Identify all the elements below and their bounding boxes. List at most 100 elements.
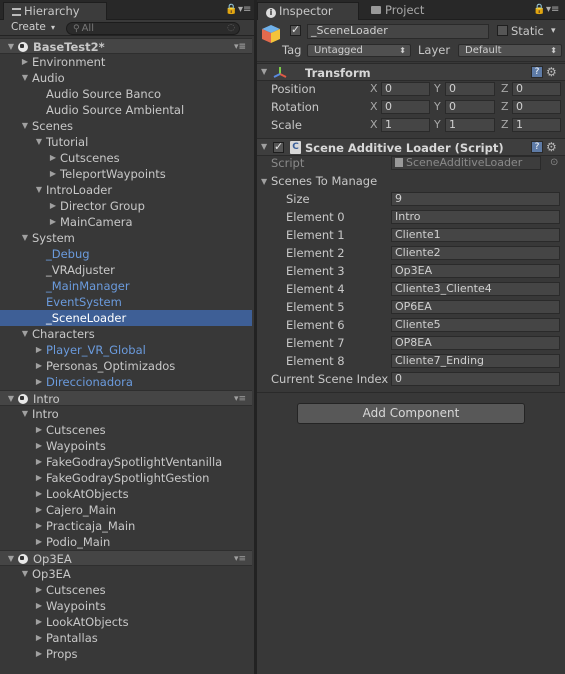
- add-component-button[interactable]: Add Component: [297, 403, 525, 424]
- tab-project[interactable]: Project: [363, 2, 459, 20]
- hierarchy-item[interactable]: _SceneLoader: [0, 310, 252, 326]
- tab-inspector[interactable]: i Inspector: [257, 2, 359, 20]
- expand-arrow-right-icon[interactable]: ▶: [48, 150, 58, 166]
- layer-dropdown[interactable]: Default ⬍: [458, 44, 562, 57]
- hierarchy-item[interactable]: ▶ Cutscenes: [0, 422, 252, 438]
- script-component-header[interactable]: ▼ C Scene Additive Loader (Script) ? ⚙: [257, 138, 565, 156]
- hierarchy-item[interactable]: ▶ Environment: [0, 54, 252, 70]
- transform-rotation-z-field[interactable]: 0: [512, 100, 561, 114]
- axis-x-label[interactable]: X: [370, 82, 378, 96]
- element-value-field[interactable]: OP8EA: [391, 336, 560, 350]
- panel-menu-icon[interactable]: ▾≡: [546, 4, 559, 16]
- expand-arrow-right-icon[interactable]: ▶: [34, 582, 44, 598]
- expand-arrow-down-icon[interactable]: ▼: [20, 118, 30, 134]
- hierarchy-item[interactable]: ▶ Cutscenes: [0, 582, 252, 598]
- hierarchy-item[interactable]: EventSystem: [0, 294, 252, 310]
- search-input[interactable]: ⚲ All ◌: [66, 22, 240, 35]
- hierarchy-item[interactable]: ▶ Podio_Main: [0, 534, 252, 550]
- hierarchy-item[interactable]: ▶ FakeGodraySpotlightVentanilla: [0, 454, 252, 470]
- axis-x-label[interactable]: X: [370, 118, 378, 132]
- expand-arrow-down-icon[interactable]: ▼: [6, 39, 16, 55]
- element-value-field[interactable]: Cliente3_Cliente4: [391, 282, 560, 296]
- expand-arrow-down-icon[interactable]: ▼: [20, 230, 30, 246]
- element-value-field[interactable]: OP6EA: [391, 300, 560, 314]
- lock-icon[interactable]: 🔒: [533, 4, 545, 16]
- hierarchy-item[interactable]: ▶ Waypoints: [0, 598, 252, 614]
- lock-icon[interactable]: 🔒: [225, 4, 237, 16]
- expand-arrow-right-icon[interactable]: ▶: [34, 358, 44, 374]
- active-checkbox[interactable]: [290, 23, 301, 36]
- expand-arrow-right-icon[interactable]: ▶: [48, 198, 58, 214]
- static-checkbox[interactable]: [497, 25, 508, 36]
- hierarchy-item[interactable]: ▶ Pantallas: [0, 630, 252, 646]
- static-dropdown-icon[interactable]: ▾: [551, 24, 556, 38]
- expand-arrow-right-icon[interactable]: ▶: [34, 438, 44, 454]
- tag-dropdown[interactable]: Untagged ⬍: [307, 44, 411, 57]
- hierarchy-item[interactable]: ▶ Director Group: [0, 198, 252, 214]
- transform-scale-z-field[interactable]: 1: [512, 118, 561, 132]
- axis-y-label[interactable]: Y: [434, 118, 441, 132]
- hierarchy-item[interactable]: ▼ Tutorial: [0, 134, 252, 150]
- hierarchy-item[interactable]: ▶ LookAtObjects: [0, 614, 252, 630]
- size-field[interactable]: 9: [391, 192, 560, 206]
- help-icon[interactable]: ?: [531, 66, 543, 78]
- axis-z-label[interactable]: Z: [501, 82, 509, 96]
- scene-menu-icon[interactable]: ▾≡: [234, 551, 246, 567]
- axis-y-label[interactable]: Y: [434, 100, 441, 114]
- expand-arrow-right-icon[interactable]: ▶: [34, 374, 44, 390]
- expand-arrow-down-icon[interactable]: ▼: [20, 326, 30, 342]
- expand-arrow-right-icon[interactable]: ▶: [34, 646, 44, 662]
- expand-arrow-right-icon[interactable]: ▶: [34, 518, 44, 534]
- expand-arrow-right-icon[interactable]: ▶: [34, 422, 44, 438]
- current-scene-index-field[interactable]: 0: [391, 372, 560, 386]
- hierarchy-item[interactable]: ▶ Cutscenes: [0, 150, 252, 166]
- hierarchy-item[interactable]: ▶ Practicaja_Main: [0, 518, 252, 534]
- expand-arrow-down-icon[interactable]: ▼: [34, 182, 44, 198]
- expand-arrow-down-icon[interactable]: ▼: [6, 391, 16, 407]
- hierarchy-item[interactable]: Audio Source Ambiental: [0, 102, 252, 118]
- expand-arrow-right-icon[interactable]: ▶: [34, 470, 44, 486]
- hierarchy-item[interactable]: _VRAdjuster: [0, 262, 252, 278]
- expand-arrow-right-icon[interactable]: ▶: [34, 598, 44, 614]
- expand-arrow-right-icon[interactable]: ▶: [20, 54, 30, 70]
- hierarchy-item[interactable]: ▶ LookAtObjects: [0, 486, 252, 502]
- expand-arrow-right-icon[interactable]: ▶: [34, 486, 44, 502]
- scene-menu-icon[interactable]: ▾≡: [234, 391, 246, 407]
- expand-arrow-down-icon[interactable]: ▼: [6, 551, 16, 567]
- expand-arrow-down-icon[interactable]: ▼: [20, 406, 30, 422]
- expand-arrow-right-icon[interactable]: ▶: [48, 166, 58, 182]
- scene-row[interactable]: ▼ ▾≡ Op3EA: [0, 550, 252, 566]
- hierarchy-item[interactable]: ▶ TeleportWaypoints: [0, 166, 252, 182]
- transform-scale-y-field[interactable]: 1: [445, 118, 495, 132]
- expand-arrow-right-icon[interactable]: ▶: [48, 214, 58, 230]
- component-enabled-checkbox[interactable]: [273, 140, 284, 153]
- gear-icon[interactable]: ⚙: [546, 140, 557, 154]
- hierarchy-item[interactable]: _Debug: [0, 246, 252, 262]
- clear-search-icon[interactable]: ◌: [227, 23, 235, 34]
- element-value-field[interactable]: Cliente5: [391, 318, 560, 332]
- scene-menu-icon[interactable]: ▾≡: [234, 39, 246, 55]
- transform-scale-x-field[interactable]: 1: [381, 118, 430, 132]
- expand-arrow-right-icon[interactable]: ▶: [34, 454, 44, 470]
- panel-menu-icon[interactable]: ▾≡: [238, 4, 251, 16]
- element-value-field[interactable]: Cliente7_Ending: [391, 354, 560, 368]
- hierarchy-item[interactable]: ▼ System: [0, 230, 252, 246]
- hierarchy-item[interactable]: ▼ IntroLoader: [0, 182, 252, 198]
- element-value-field[interactable]: Op3EA: [391, 264, 560, 278]
- fold-arrow-icon[interactable]: ▼: [261, 67, 267, 76]
- expand-arrow-down-icon[interactable]: ▼: [34, 134, 44, 150]
- object-picker-icon[interactable]: ⊙: [550, 156, 558, 170]
- transform-position-y-field[interactable]: 0: [445, 82, 495, 96]
- transform-rotation-y-field[interactable]: 0: [445, 100, 495, 114]
- object-name-field[interactable]: _SceneLoader: [307, 24, 489, 39]
- expand-arrow-right-icon[interactable]: ▶: [34, 342, 44, 358]
- fold-arrow-icon[interactable]: ▼: [261, 177, 267, 186]
- hierarchy-item[interactable]: ▼ Scenes: [0, 118, 252, 134]
- script-reference-field[interactable]: SceneAdditiveLoader: [391, 156, 541, 170]
- tab-hierarchy[interactable]: Hierarchy: [3, 2, 107, 20]
- transform-rotation-x-field[interactable]: 0: [381, 100, 430, 114]
- expand-arrow-down-icon[interactable]: ▼: [20, 70, 30, 86]
- expand-arrow-right-icon[interactable]: ▶: [34, 614, 44, 630]
- gear-icon[interactable]: ⚙: [546, 65, 557, 79]
- hierarchy-item[interactable]: ▶ Direccionadora: [0, 374, 252, 390]
